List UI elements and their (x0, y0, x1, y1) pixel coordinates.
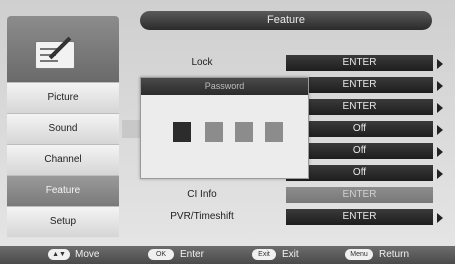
row-value[interactable]: ENTER (286, 55, 433, 71)
ok-key-icon: OK (148, 249, 174, 260)
sidebar-item-picture[interactable]: Picture (7, 82, 119, 113)
move-key-icon: ▲▼ (48, 249, 70, 260)
arrow-right-icon (437, 213, 443, 223)
row-value[interactable]: ENTER (286, 187, 433, 203)
return-hint-label: Return (379, 249, 410, 260)
password-digit-3[interactable] (235, 122, 253, 142)
dialog-title: Password (141, 78, 308, 95)
row-label: PVR/Timeshift (170, 211, 234, 222)
sidebar-item-channel[interactable]: Channel (7, 144, 119, 175)
password-dialog: Password (140, 77, 309, 179)
arrow-right-icon (437, 169, 443, 179)
password-digit-1[interactable] (173, 122, 191, 142)
row-label: Lock (191, 57, 213, 68)
sidebar-item-sound[interactable]: Sound (7, 113, 119, 144)
exit-key-icon: Exit (252, 249, 276, 260)
arrow-right-icon (437, 103, 443, 113)
password-digit-2[interactable] (205, 122, 223, 142)
menu-key-icon: Menu (345, 249, 373, 260)
arrow-right-icon (437, 59, 443, 69)
arrow-right-icon (437, 125, 443, 135)
enter-hint-label: Enter (180, 249, 204, 260)
footer-hint-bar: ▲▼ Move OK Enter Exit Exit Menu Return (0, 246, 455, 264)
arrow-right-icon (437, 81, 443, 91)
arrow-right-icon (437, 147, 443, 157)
sidebar-item-feature[interactable]: Feature (7, 175, 119, 206)
tv-menu-frame: Feature Picture Sound Channel Feature Se… (0, 0, 455, 264)
exit-hint-label: Exit (282, 249, 299, 260)
sidebar-item-setup[interactable]: Setup (7, 206, 119, 237)
page-title: Feature (140, 11, 432, 30)
feature-notepad-icon (35, 36, 75, 69)
sidebar-icon-panel (7, 16, 119, 82)
menu-row-ci-info[interactable]: CI Info ENTER (122, 185, 450, 205)
move-hint-label: Move (75, 249, 100, 260)
menu-row-lock[interactable]: Lock ENTER (122, 53, 450, 73)
menu-row-pvr-timeshift[interactable]: PVR/Timeshift ENTER (122, 207, 450, 227)
password-digit-4[interactable] (265, 122, 283, 142)
row-label: CI Info (187, 189, 217, 200)
row-value[interactable]: ENTER (286, 209, 433, 225)
sidebar: Picture Sound Channel Feature Setup (7, 16, 119, 242)
